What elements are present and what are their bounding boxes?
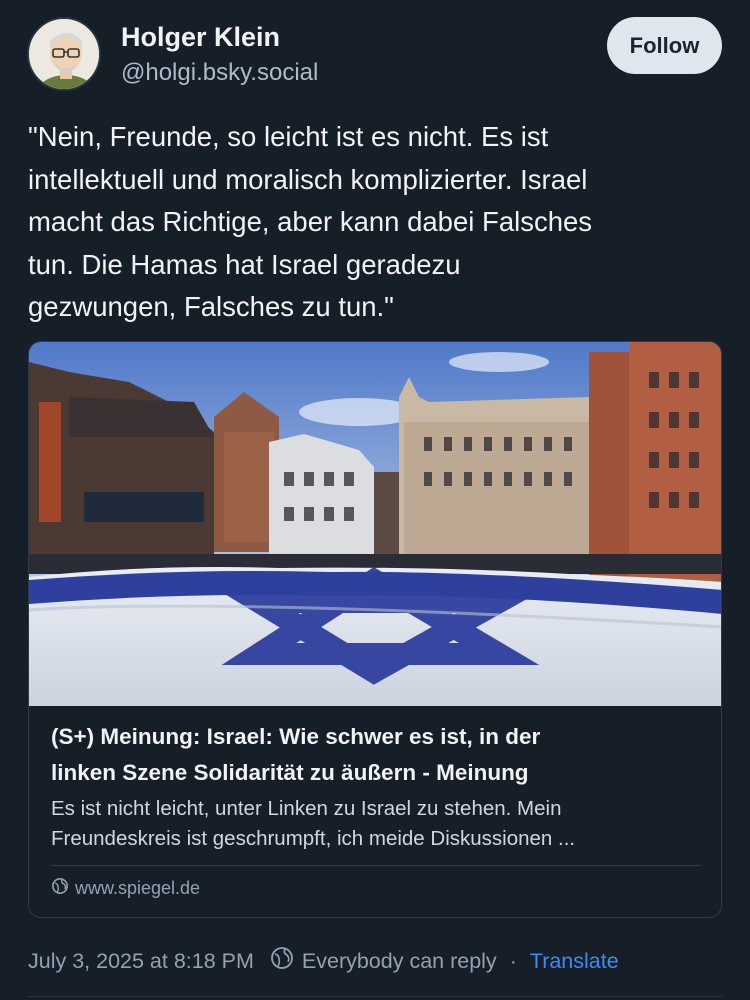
post-text: "Nein, Freunde, so leicht ist es nicht. …	[28, 121, 593, 322]
avatar-illustration	[29, 19, 99, 89]
follow-button[interactable]: Follow	[607, 17, 722, 74]
link-card-divider	[51, 865, 701, 866]
post: Holger Klein @holgi.bsky.social Follow "…	[0, 0, 750, 1000]
link-card-description: Es ist nicht leicht, unter Linken zu Isr…	[51, 797, 576, 850]
author-handle[interactable]: @holgi.bsky.social	[121, 59, 318, 87]
link-card[interactable]: (S+) Meinung: Israel: Wie schwer es ist,…	[28, 341, 722, 918]
post-footer: July 3, 2025 at 8:18 PM Everybody can re…	[28, 946, 619, 976]
bottom-divider	[28, 996, 722, 997]
link-card-image[interactable]	[29, 342, 721, 706]
author-name[interactable]: Holger Klein	[121, 22, 280, 53]
link-card-title[interactable]: (S+) Meinung: Israel: Wie schwer es ist,…	[51, 719, 701, 791]
translate-link[interactable]: Translate	[530, 949, 619, 974]
separator-dot: ·	[509, 948, 517, 973]
reply-setting-label: Everybody can reply	[301, 948, 497, 973]
link-card-domain-text: www.spiegel.de	[75, 878, 201, 898]
post-timestamp[interactable]: July 3, 2025 at 8:18 PM	[28, 949, 254, 974]
reply-setting[interactable]: Everybody can reply	[270, 946, 497, 976]
avatar[interactable]	[27, 17, 101, 91]
globe-icon	[51, 877, 69, 900]
globe-icon	[270, 946, 294, 976]
link-card-domain[interactable]: www.spiegel.de	[51, 877, 200, 900]
